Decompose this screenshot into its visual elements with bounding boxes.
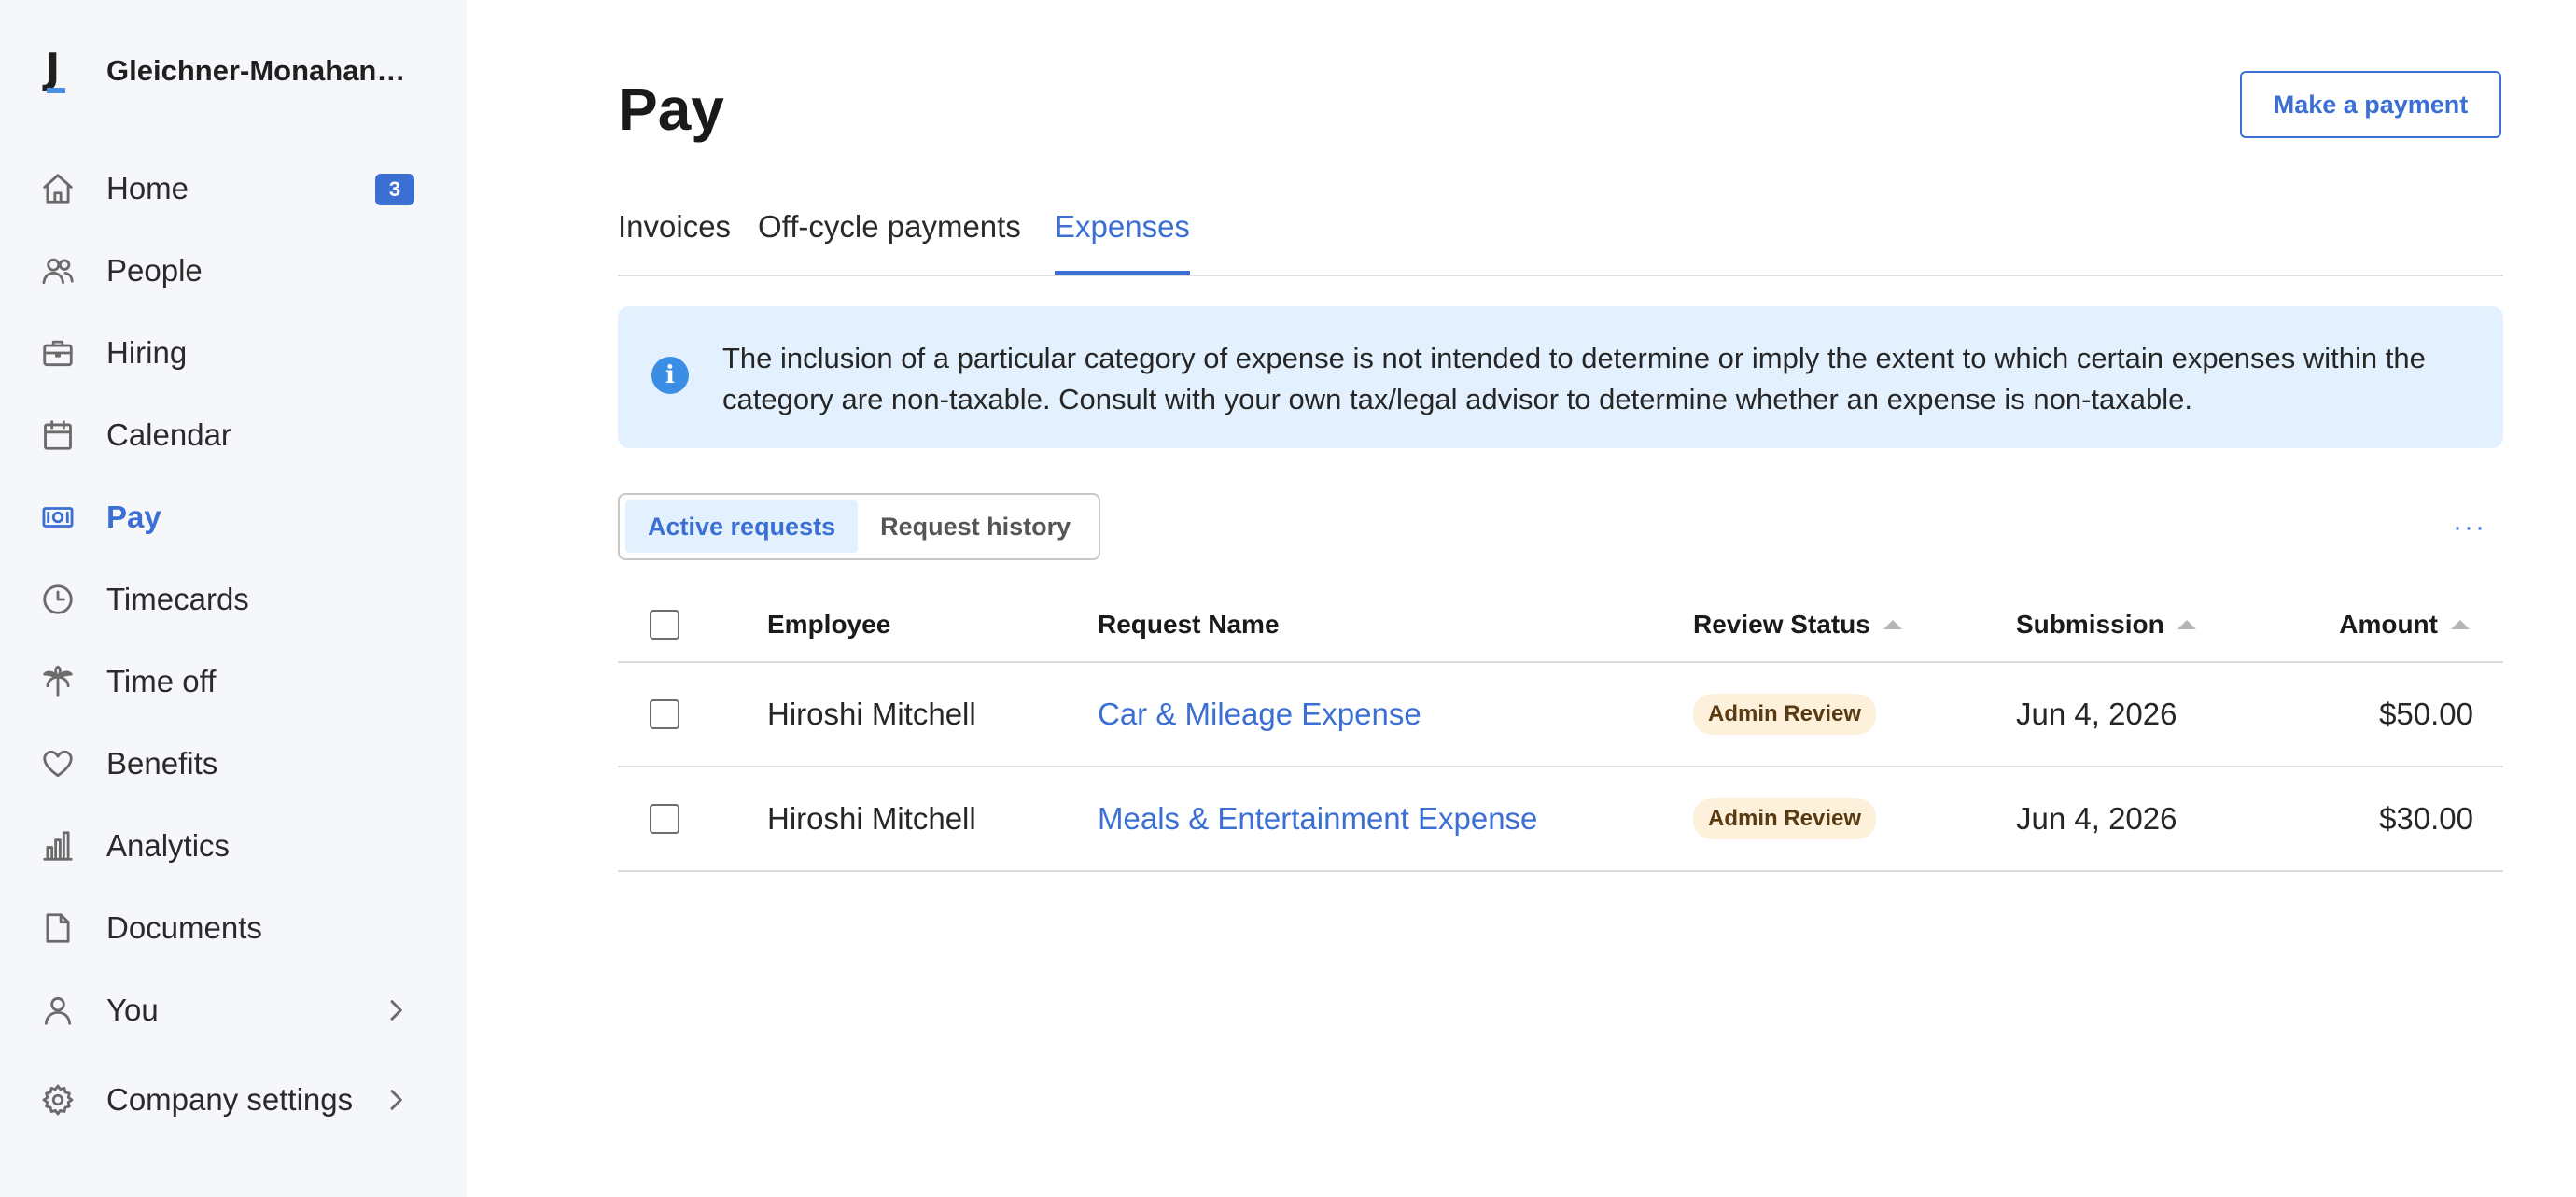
employee-name: Hiroshi Mitchell (767, 801, 976, 836)
submission-date: Jun 4, 2026 (2016, 697, 2177, 731)
sidebar-item-label: Time off (106, 664, 217, 698)
sidebar-item-label: People (106, 253, 203, 288)
table-header: Employee Request Name Review Status Subm… (618, 588, 2503, 663)
tab-invoices[interactable]: Invoices (618, 209, 731, 275)
sidebar-item-label: Pay (106, 500, 161, 534)
chevron-right-icon (381, 1085, 411, 1115)
notification-badge: 3 (375, 174, 414, 205)
amount-value: $30.00 (2379, 801, 2473, 836)
sidebar-item-label: Calendar (106, 417, 231, 452)
sidebar-item-label: Timecards (106, 582, 249, 616)
tab-expenses[interactable]: Expenses (1055, 209, 1190, 275)
sidebar-item-people[interactable]: People (37, 243, 429, 299)
more-options-icon[interactable]: ··· (2453, 512, 2486, 543)
column-label: Amount (2339, 610, 2438, 639)
sidebar-item-label: Home (106, 171, 189, 205)
request-history-tab[interactable]: Request history (858, 500, 1093, 553)
table-row: Hiroshi Mitchell Meals & Entertainment E… (618, 767, 2503, 872)
document-icon (37, 908, 78, 949)
gear-icon (37, 1079, 78, 1120)
briefcase-icon (37, 332, 78, 373)
column-label: Submission (2016, 610, 2164, 639)
sidebar-item-documents[interactable]: Documents (37, 900, 429, 956)
request-name-link[interactable]: Meals & Entertainment Expense (1098, 767, 1537, 870)
status-badge: Admin Review (1693, 694, 1877, 735)
heart-icon (37, 743, 78, 784)
column-label: Employee (767, 610, 891, 639)
sidebar-item-time-off[interactable]: Time off (37, 654, 429, 710)
sidebar: J Gleichner-Monahan… Home 3 People Hirin… (0, 0, 467, 1197)
sidebar-item-label: Hiring (106, 335, 188, 370)
company-logo: J (37, 45, 78, 97)
info-banner: i The inclusion of a particular category… (618, 306, 2503, 448)
request-filter-toggle: Active requests Request history (618, 493, 1101, 560)
request-name-link[interactable]: Car & Mileage Expense (1098, 663, 1421, 766)
tab-off-cycle-payments[interactable]: Off-cycle payments (758, 209, 1021, 275)
review-status-cell: Admin Review (1693, 663, 1877, 766)
people-icon (37, 250, 78, 291)
column-header-review-status[interactable]: Review Status (1693, 588, 1902, 661)
column-header-submission[interactable]: Submission (2016, 588, 2196, 661)
clock-icon (37, 579, 78, 620)
table-row: Hiroshi Mitchell Car & Mileage Expense A… (618, 663, 2503, 767)
sidebar-item-label: Documents (106, 910, 262, 945)
sort-icon[interactable] (2451, 620, 2470, 629)
row-select-cell (650, 767, 679, 870)
sidebar-item-home[interactable]: Home 3 (37, 161, 429, 217)
sort-icon[interactable] (2177, 620, 2196, 629)
money-icon (37, 497, 78, 538)
sidebar-item-label: Benefits (106, 746, 218, 781)
sidebar-item-timecards[interactable]: Timecards (37, 571, 429, 627)
row-checkbox[interactable] (650, 699, 679, 729)
sidebar-item-you[interactable]: You (37, 982, 429, 1038)
sort-icon[interactable] (1883, 620, 1902, 629)
calendar-icon (37, 415, 78, 456)
logo-underline (47, 88, 65, 93)
info-banner-text: The inclusion of a particular category o… (722, 342, 2426, 415)
column-label: Request Name (1098, 610, 1280, 639)
amount-value: $50.00 (2379, 697, 2473, 731)
chevron-right-icon (381, 995, 411, 1025)
employee-name: Hiroshi Mitchell (767, 697, 976, 731)
select-all-cell (650, 588, 679, 661)
sidebar-item-hiring[interactable]: Hiring (37, 325, 429, 381)
sidebar-item-pay[interactable]: Pay (37, 489, 429, 545)
info-icon: i (651, 357, 689, 394)
sidebar-item-benefits[interactable]: Benefits (37, 736, 429, 792)
active-requests-tab[interactable]: Active requests (625, 500, 859, 553)
sidebar-item-label: You (106, 993, 159, 1027)
tab-bar: Invoices Off-cycle payments Expenses (618, 198, 2503, 276)
select-all-checkbox[interactable] (650, 610, 679, 640)
column-header-employee: Employee (767, 588, 890, 661)
row-checkbox[interactable] (650, 804, 679, 834)
sidebar-item-label: Analytics (106, 828, 231, 863)
company-name: Gleichner-Monahan… (106, 54, 406, 87)
make-payment-button[interactable]: Make a payment (2240, 71, 2501, 138)
column-header-amount[interactable]: Amount (2339, 588, 2470, 661)
palm-tree-icon (37, 661, 78, 702)
company-switcher[interactable]: J Gleichner-Monahan… (37, 45, 405, 97)
logo-letter: J (45, 45, 61, 92)
sidebar-item-label: Company settings (106, 1082, 354, 1117)
column-header-request-name: Request Name (1098, 588, 1280, 661)
submission-date: Jun 4, 2026 (2016, 801, 2177, 836)
status-badge: Admin Review (1693, 798, 1877, 839)
home-icon (37, 168, 78, 209)
column-label: Review Status (1693, 610, 1870, 639)
user-icon (37, 990, 78, 1031)
row-select-cell (650, 663, 679, 766)
sidebar-item-company-settings[interactable]: Company settings (37, 1072, 429, 1128)
page-title: Pay (618, 76, 724, 143)
review-status-cell: Admin Review (1693, 767, 1877, 870)
bar-chart-icon (37, 825, 78, 866)
sidebar-item-calendar[interactable]: Calendar (37, 407, 429, 463)
expenses-table: Employee Request Name Review Status Subm… (618, 588, 2503, 872)
sidebar-item-analytics[interactable]: Analytics (37, 818, 429, 874)
